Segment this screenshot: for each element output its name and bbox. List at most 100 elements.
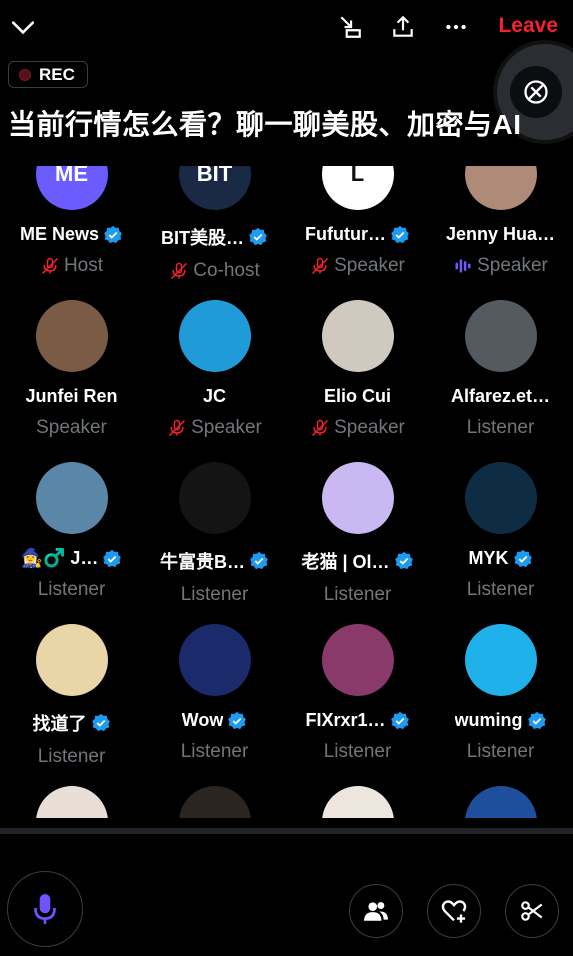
avatar[interactable] — [35, 624, 108, 696]
participant-name-text: Jenny Hua… — [445, 224, 556, 244]
participant-role: Host — [40, 255, 103, 277]
share-button[interactable] — [388, 12, 418, 42]
participant-card[interactable]: 牛富贵B… Listener — [143, 462, 286, 624]
avatar[interactable]: BIT — [178, 166, 251, 210]
participant-name-text: MYK — [468, 548, 509, 568]
verified-badge-icon — [249, 227, 267, 246]
participant-card[interactable]: Alfarez.et… Listener — [429, 300, 572, 462]
record-dot-icon — [19, 68, 31, 81]
participant-name-text: Alfarez.et… — [450, 386, 551, 406]
mic-off-icon — [41, 257, 58, 275]
participant-card[interactable]: JC Speaker — [143, 300, 286, 462]
participant-name-text: JC — [202, 386, 226, 406]
verified-badge-icon — [391, 225, 409, 243]
participant-role: Listener — [38, 579, 106, 601]
avatar[interactable] — [464, 462, 537, 534]
participant-card[interactable]: 🧙‍♀️♂️ J… Listener — [0, 462, 143, 624]
avatar[interactable] — [35, 462, 108, 534]
avatar[interactable]: ME — [35, 166, 108, 210]
participant-card[interactable]: Wow Listener — [143, 624, 286, 786]
participant-role: Listener — [467, 417, 535, 439]
participant-card[interactable]: L Fufutur… Speaker — [286, 166, 429, 300]
avatar[interactable] — [35, 300, 108, 372]
participant-name: Junfei Ren — [25, 386, 117, 407]
participant-card[interactable] — [429, 786, 572, 818]
divider — [0, 828, 573, 834]
people-icon — [364, 902, 388, 921]
participant-name-text: BIT美股… — [161, 228, 244, 248]
leave-button[interactable]: Leave — [498, 14, 558, 38]
share-icon — [393, 15, 413, 37]
avatar[interactable]: L — [321, 166, 394, 210]
participant-role: Speaker — [310, 417, 405, 439]
role-label: Speaker — [191, 417, 262, 438]
participant-name: Elio Cui — [324, 386, 391, 407]
verified-badge-icon — [513, 549, 532, 567]
participant-name-text: Junfei Ren — [25, 386, 118, 406]
participant-name: ME News — [20, 224, 123, 245]
participant-name: FIXrxr1… — [305, 710, 409, 731]
avatar[interactable] — [464, 786, 537, 818]
participant-role: Speaker — [310, 255, 405, 277]
avatar[interactable] — [178, 624, 251, 696]
verified-badge-icon — [390, 711, 409, 729]
verified-badge-icon — [104, 225, 122, 243]
heart-plus-icon — [441, 900, 467, 923]
more-button[interactable] — [441, 12, 471, 42]
participant-name-text: FIXrxr1… — [305, 710, 386, 730]
participant-role: Listener — [38, 746, 106, 768]
participant-card[interactable] — [0, 786, 143, 818]
avatar[interactable] — [321, 624, 394, 696]
participant-name-text: Elio Cui — [324, 386, 391, 406]
space-title: 当前行情怎么看？聊一聊美股、加密与AI — [8, 109, 522, 140]
participant-card[interactable]: wuming Listener — [429, 624, 572, 786]
participant-name: JC — [203, 386, 226, 407]
top-bar: Leave — [0, 0, 573, 56]
verified-badge-icon — [394, 551, 413, 570]
participant-role: Listener — [467, 741, 535, 763]
scissors-icon — [521, 901, 543, 921]
avatar[interactable] — [464, 624, 537, 696]
microphone-button[interactable] — [7, 871, 83, 947]
participant-card[interactable]: MYK Listener — [429, 462, 572, 624]
participant-name: wuming — [455, 710, 547, 731]
participant-card[interactable]: Junfei Ren Speaker — [0, 300, 143, 462]
role-label: Speaker — [477, 255, 548, 276]
chevron-down-icon — [11, 21, 35, 35]
participant-card[interactable]: BIT BIT美股… Co-host — [143, 166, 286, 300]
participant-card[interactable]: ME ME News Host — [0, 166, 143, 300]
minimize-button[interactable] — [335, 12, 365, 42]
avatar[interactable] — [464, 300, 537, 372]
participant-card[interactable]: Elio Cui Speaker — [286, 300, 429, 462]
participant-card[interactable] — [143, 786, 286, 818]
role-label: Listener — [323, 584, 392, 605]
role-label: Listener — [37, 746, 106, 767]
minimize-icon — [340, 16, 361, 38]
participant-card[interactable]: Jenny Hua… Speaker — [429, 166, 572, 300]
participant-name: 老猫 | Ol… — [301, 548, 413, 574]
avatar[interactable] — [35, 786, 108, 818]
avatar[interactable] — [178, 462, 251, 534]
participant-card[interactable]: FIXrxr1… Listener — [286, 624, 429, 786]
participant-name: BIT美股… — [161, 224, 268, 250]
avatar[interactable] — [178, 786, 251, 818]
participant-role: Listener — [324, 584, 392, 606]
people-button[interactable] — [349, 884, 403, 938]
participant-card[interactable]: 找道了 Listener — [0, 624, 143, 786]
avatar[interactable] — [321, 786, 394, 818]
participants-grid: ME ME News Host BIT BIT美股… Co-host L Fufutur… Sp… — [0, 166, 573, 818]
collapse-button[interactable] — [8, 12, 38, 42]
clip-button[interactable] — [505, 884, 559, 938]
avatar[interactable] — [321, 462, 394, 534]
recording-badge: REC — [8, 61, 88, 88]
mic-off-icon — [171, 262, 188, 280]
avatar[interactable] — [464, 166, 537, 210]
avatar[interactable] — [178, 300, 251, 372]
participant-card[interactable]: 老猫 | Ol… Listener — [286, 462, 429, 624]
verified-badge-icon — [250, 551, 268, 570]
participant-name: Jenny Hua… — [446, 224, 555, 245]
participant-name: 🧙‍♀️♂️ J… — [21, 548, 123, 569]
react-button[interactable] — [427, 884, 481, 938]
participant-card[interactable] — [286, 786, 429, 818]
avatar[interactable] — [321, 300, 394, 372]
